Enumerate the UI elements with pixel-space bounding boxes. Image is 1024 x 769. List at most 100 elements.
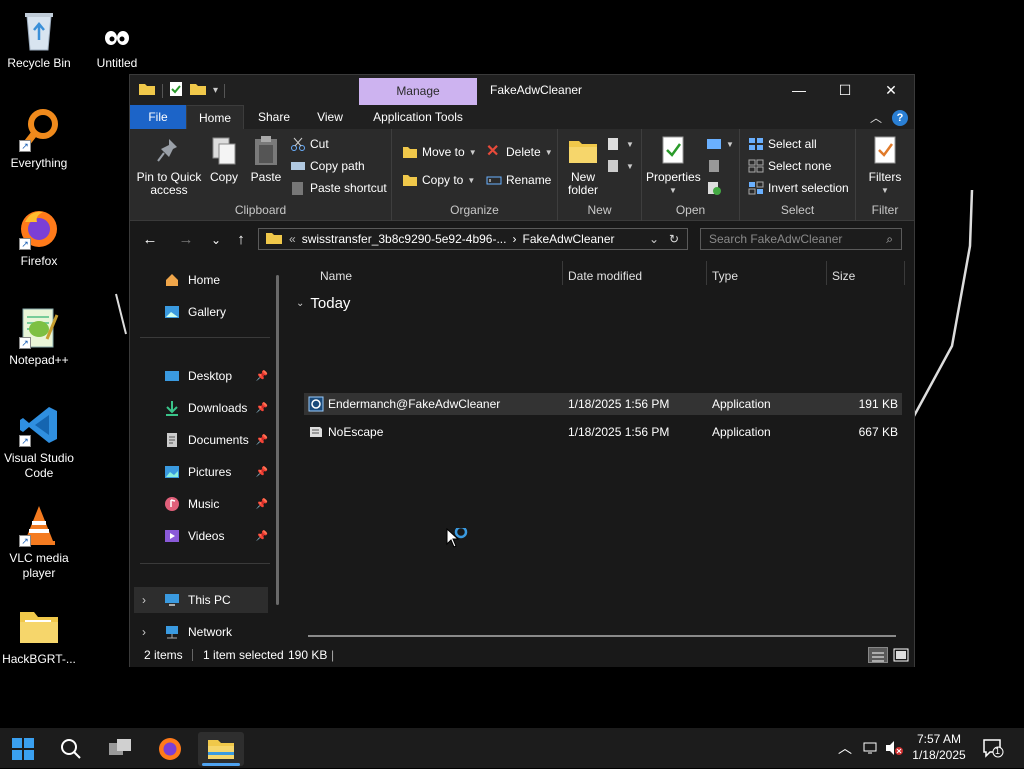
desktop-icon-firefox[interactable]: ↗ Firefox — [0, 206, 78, 269]
desktop-icon-everything[interactable]: ↗ Everything — [0, 108, 78, 171]
collapse-chevron-icon[interactable]: ⌄ — [296, 298, 304, 309]
copy-path-button[interactable]: Copy path — [290, 159, 365, 173]
forward-arrow-icon[interactable]: → — [176, 231, 196, 249]
tab-application-tools[interactable]: Application Tools — [356, 105, 480, 129]
table-row[interactable]: Endermanch@FakeAdwCleaner 1/18/2025 1:56… — [304, 393, 902, 415]
horizontal-scrollbar[interactable] — [308, 635, 896, 637]
sidebar-item-gallery[interactable]: Gallery — [142, 299, 270, 325]
task-view-button[interactable] — [101, 732, 139, 766]
desktop-icon-notepad-plus-plus[interactable]: ↗ Notepad++ — [0, 305, 78, 368]
column-header-date-modified[interactable]: Date modified — [568, 265, 642, 287]
pin-icon[interactable]: 📌 — [256, 371, 268, 382]
sidebar-item-home[interactable]: Home — [142, 267, 270, 293]
cut-button[interactable]: Cut — [290, 137, 329, 151]
column-header-type[interactable]: Type — [712, 265, 738, 287]
breadcrumb-parent[interactable]: swisstransfer_3b8c9290-5e92-4b96-... — [302, 232, 507, 246]
refresh-icon[interactable]: ↻ — [669, 232, 679, 246]
taskbar-firefox[interactable] — [151, 732, 189, 766]
taskbar-file-explorer[interactable] — [198, 732, 244, 766]
desktop-icon-vscode[interactable]: ↗ Visual Studio Code — [0, 403, 78, 481]
close-button[interactable]: ✕ — [868, 75, 914, 105]
search-button[interactable] — [52, 732, 90, 766]
recent-locations-chevron-icon[interactable]: ⌄ — [206, 231, 226, 249]
desktop-icon-untitled[interactable]: Untitled — [78, 22, 156, 71]
breadcrumb-separator[interactable]: › — [512, 232, 516, 246]
edit-button[interactable] — [706, 159, 722, 173]
breadcrumb-current[interactable]: FakeAdwCleaner — [522, 232, 614, 246]
sidebar-item-pictures[interactable]: Pictures 📌 — [142, 459, 270, 485]
filters-button[interactable]: Filters ▼ — [860, 135, 910, 197]
tab-file[interactable]: File — [130, 105, 186, 129]
invert-selection-button[interactable]: Invert selection — [748, 181, 849, 195]
delete-button[interactable]: ✕ Delete ▼ — [486, 144, 553, 160]
new-item-button[interactable]: ▼ — [606, 137, 634, 151]
address-bar[interactable]: « swisstransfer_3b8c9290-5e92-4b96-... ›… — [258, 228, 688, 250]
tab-share[interactable]: Share — [244, 105, 304, 129]
pin-icon[interactable]: 📌 — [256, 403, 268, 414]
pin-to-quick-access-button[interactable]: Pin to Quick access — [136, 135, 202, 197]
new-folder-icon[interactable] — [189, 82, 207, 99]
paste-button[interactable]: Paste — [248, 135, 284, 184]
expand-chevron-icon[interactable]: › — [142, 593, 146, 607]
table-row[interactable]: NoEscape 1/18/2025 1:56 PM Application 6… — [304, 421, 902, 443]
maximize-button[interactable]: ☐ — [822, 75, 868, 105]
volume-muted-icon[interactable] — [884, 740, 904, 759]
large-icons-view-icon[interactable] — [892, 647, 910, 663]
collapse-ribbon-icon[interactable]: ︿ — [870, 109, 882, 126]
tab-view[interactable]: View — [304, 105, 356, 129]
rename-button[interactable]: Rename — [486, 173, 551, 187]
start-button[interactable] — [4, 732, 42, 766]
tab-home[interactable]: Home — [186, 105, 244, 129]
open-button[interactable]: ▼ — [706, 137, 734, 151]
new-folder-button[interactable]: New folder — [564, 135, 602, 197]
title-bar[interactable]: ▾ Manage FakeAdwCleaner — ☐ ✕ — [130, 75, 914, 105]
search-input[interactable]: Search FakeAdwCleaner ⌕ — [700, 228, 902, 250]
sidebar-item-downloads[interactable]: Downloads 📌 — [142, 395, 270, 421]
pin-icon[interactable]: 📌 — [256, 435, 268, 446]
desktop-icon-vlc[interactable]: ↗ VLC media player — [0, 503, 78, 581]
sidebar-item-documents[interactable]: Documents 📌 — [142, 427, 270, 453]
properties-button[interactable]: Properties ▼ — [646, 135, 701, 197]
select-none-button[interactable]: Select none — [748, 159, 831, 173]
details-view-icon[interactable] — [868, 647, 888, 663]
tray-overflow-chevron-icon[interactable]: ︿ — [838, 738, 852, 758]
sidebar-item-music[interactable]: Music 📌 — [142, 491, 270, 517]
pin-icon[interactable]: 📌 — [256, 499, 268, 510]
help-icon[interactable]: ? — [892, 109, 908, 126]
column-separator[interactable] — [562, 261, 563, 285]
sidebar-item-this-pc[interactable]: › This PC — [134, 587, 268, 613]
up-arrow-icon[interactable]: ↑ — [231, 231, 251, 249]
pin-icon[interactable]: 📌 — [256, 531, 268, 542]
sidebar-item-desktop[interactable]: Desktop 📌 — [142, 363, 270, 389]
column-header-size[interactable]: Size — [832, 265, 855, 287]
pin-icon[interactable]: 📌 — [256, 467, 268, 478]
notification-center-icon[interactable]: 1 — [982, 738, 1004, 761]
clock[interactable]: 7:57 AM 1/18/2025 — [904, 731, 974, 763]
column-header-name[interactable]: Name — [320, 265, 352, 287]
copy-to-button[interactable]: Copy to ▼ — [402, 173, 475, 187]
history-button[interactable] — [706, 181, 722, 195]
sidebar-item-network[interactable]: › Network — [134, 619, 268, 645]
network-tray-icon[interactable] — [862, 740, 880, 759]
column-separator[interactable] — [826, 261, 827, 285]
desktop-icon-hackbgrt[interactable]: HackBGRT-... — [0, 604, 78, 667]
folder-icon[interactable] — [138, 82, 156, 99]
address-overflow[interactable]: « — [289, 232, 296, 246]
expand-chevron-icon[interactable]: › — [142, 625, 146, 639]
minimize-button[interactable]: — — [776, 75, 822, 105]
back-arrow-icon[interactable]: ← — [140, 231, 160, 249]
column-separator[interactable] — [904, 261, 905, 285]
column-separator[interactable] — [706, 261, 707, 285]
tab-manage[interactable]: Manage — [359, 78, 477, 105]
sidebar-scrollbar[interactable] — [276, 275, 279, 605]
paste-shortcut-button[interactable]: Paste shortcut — [290, 181, 387, 195]
copy-button[interactable]: Copy — [206, 135, 242, 184]
desktop-icon-recycle-bin[interactable]: Recycle Bin — [0, 8, 78, 71]
move-to-button[interactable]: Move to ▼ — [402, 145, 477, 159]
sidebar-item-videos[interactable]: Videos 📌 — [142, 523, 270, 549]
group-header-today[interactable]: ⌄ Today — [296, 295, 350, 312]
select-all-button[interactable]: Select all — [748, 137, 817, 151]
address-dropdown-icon[interactable]: ⌄ — [649, 232, 659, 246]
properties-check-icon[interactable] — [169, 81, 183, 100]
easy-access-button[interactable]: ▼ — [606, 159, 634, 173]
